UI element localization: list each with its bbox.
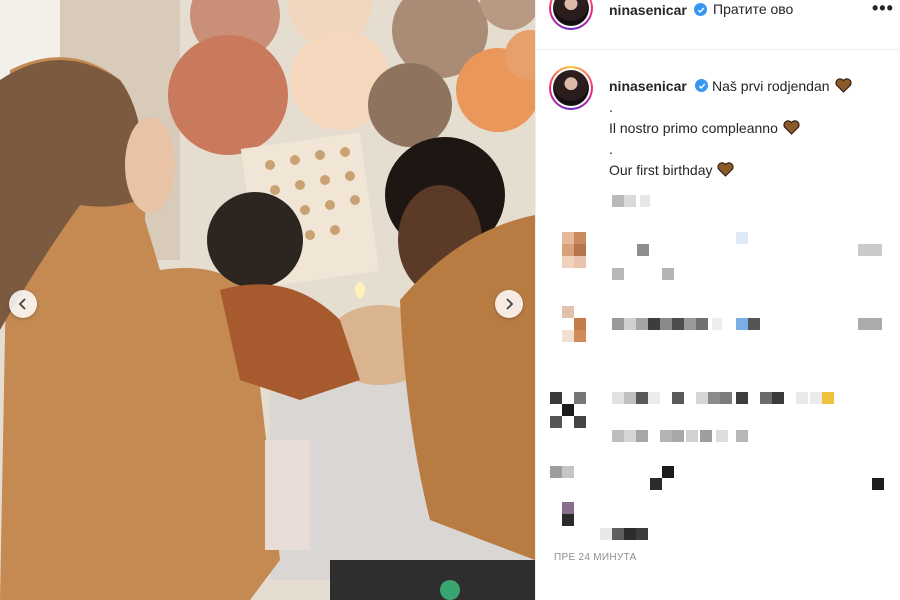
post-timestamp[interactable]: ПРЕ 24 МИНУТА: [554, 552, 637, 563]
caption-line: .: [609, 141, 613, 157]
chevron-right-icon: [506, 298, 514, 310]
follow-button[interactable]: Пратите ово: [713, 1, 793, 17]
avatar[interactable]: [549, 0, 593, 30]
caption-line: Il nostro primo compleanno: [609, 118, 889, 139]
username-link[interactable]: ninasenicar: [609, 2, 687, 18]
caption-line: Our first birthday: [609, 160, 889, 181]
caption-line: Naš prvi rodjendan: [609, 76, 889, 97]
chevron-left-icon: [18, 298, 26, 310]
post-caption: Naš prvi rodjendan . Il nostro primo com…: [609, 76, 889, 181]
post-header: ninasenicar Пратите ово •••: [536, 0, 900, 50]
previous-photo-button[interactable]: [9, 290, 37, 318]
birthday-photo-illustration: [0, 0, 535, 600]
next-photo-button[interactable]: [495, 290, 523, 318]
brown-heart-icon: [834, 78, 852, 93]
brown-heart-icon: [717, 162, 735, 177]
post-photo: [0, 0, 535, 600]
more-options-button[interactable]: •••: [872, 0, 894, 19]
caption-avatar[interactable]: [549, 66, 593, 110]
brown-heart-icon: [783, 120, 800, 135]
post-side-panel: ninasenicar Пратите ово ••• ninasenicar …: [535, 0, 900, 600]
verified-badge-icon: [694, 3, 707, 16]
caption-line: .: [609, 99, 613, 115]
